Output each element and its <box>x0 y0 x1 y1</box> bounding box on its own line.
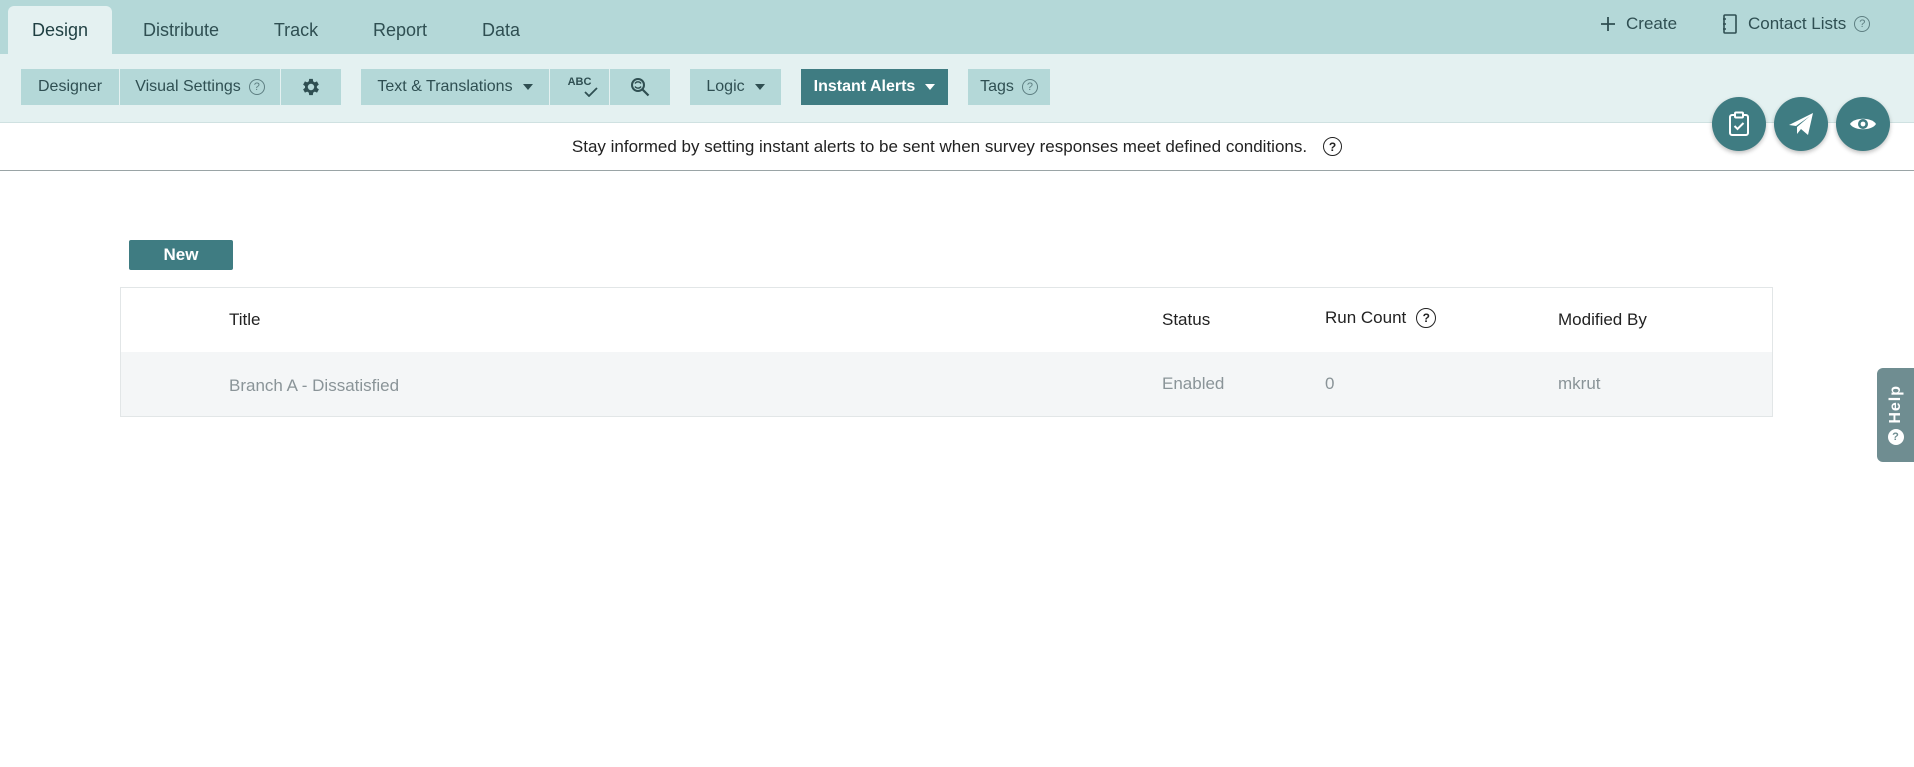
plus-icon <box>1601 17 1615 31</box>
visual-settings-help-icon[interactable]: ? <box>248 79 265 95</box>
chevron-down-icon <box>522 84 533 90</box>
tags-help-icon[interactable]: ? <box>1021 79 1038 95</box>
info-help-icon[interactable]: ? <box>1323 137 1343 156</box>
column-header-modified-by[interactable]: Modified By <box>1558 310 1647 330</box>
survey-checklist-button[interactable] <box>1712 97 1766 151</box>
help-tab-label: Help <box>1886 384 1904 424</box>
send-survey-button[interactable] <box>1774 97 1828 151</box>
info-text: Stay informed by setting instant alerts … <box>571 136 1308 156</box>
design-toolbar: Designer Visual Settings ? Text & Transl… <box>0 54 1914 123</box>
visual-settings-button[interactable]: Visual Settings ? <box>120 69 280 105</box>
table-row[interactable]: Branch A - Dissatisfied Enabled 0 mkrut <box>121 352 1772 416</box>
checkmark-icon <box>584 87 598 97</box>
visual-settings-label: Visual Settings <box>135 78 241 95</box>
tab-data[interactable]: Data <box>466 6 536 54</box>
contact-lists-help-icon[interactable]: ? <box>1854 16 1871 32</box>
top-tab-bar: Design Distribute Track Report Data Crea… <box>0 0 1914 54</box>
create-label: Create <box>1626 14 1678 33</box>
text-translations-dropdown[interactable]: Text & Translations <box>361 69 549 105</box>
text-translations-label: Text & Translations <box>377 78 513 95</box>
eye-icon <box>1850 118 1876 130</box>
alert-title-cell[interactable]: Branch A - Dissatisfied <box>229 376 399 396</box>
help-side-tab[interactable]: Help ? <box>1877 368 1914 462</box>
logic-label: Logic <box>706 78 745 95</box>
instant-alerts-info: Stay informed by setting instant alerts … <box>0 123 1914 171</box>
tab-track[interactable]: Track <box>258 6 334 54</box>
run-count-help-icon[interactable]: ? <box>1416 308 1437 328</box>
help-question-icon: ? <box>1887 429 1904 446</box>
tab-report[interactable]: Report <box>356 6 444 54</box>
alert-status-cell: Enabled <box>1162 374 1225 393</box>
instant-alerts-label: Instant Alerts <box>813 78 916 95</box>
clipboard-check-icon <box>1729 111 1749 136</box>
address-book-icon <box>1723 14 1737 34</box>
table-header: Title Status Run Count ? Modified By <box>121 288 1772 353</box>
paper-plane-icon <box>1789 113 1813 135</box>
column-header-title[interactable]: Title <box>229 310 261 330</box>
find-replace-button[interactable] <box>610 69 670 105</box>
new-alert-button[interactable]: New <box>129 240 233 270</box>
logic-dropdown[interactable]: Logic <box>690 69 781 105</box>
run-count-label: Run Count <box>1325 308 1407 327</box>
create-button[interactable]: Create <box>1600 12 1677 36</box>
designer-button[interactable]: Designer <box>21 69 119 105</box>
chevron-down-icon <box>925 84 936 90</box>
spellcheck-button[interactable]: ABC <box>550 69 609 105</box>
gear-icon <box>303 78 319 96</box>
alert-modified-by-cell: mkrut <box>1558 374 1601 393</box>
column-header-run-count[interactable]: Run Count ? <box>1325 308 1437 328</box>
preview-button[interactable] <box>1836 97 1890 151</box>
tab-distribute[interactable]: Distribute <box>124 6 238 54</box>
alert-run-count-cell: 0 <box>1325 374 1335 393</box>
tags-label: Tags <box>980 78 1014 95</box>
settings-button[interactable] <box>281 69 341 105</box>
column-header-status[interactable]: Status <box>1162 310 1210 330</box>
chevron-down-icon <box>754 84 765 90</box>
tags-button[interactable]: Tags ? <box>968 69 1050 105</box>
find-replace-icon <box>631 78 650 97</box>
contact-lists-button[interactable]: Contact Lists ? <box>1722 12 1871 36</box>
instant-alerts-dropdown[interactable]: Instant Alerts <box>801 69 948 105</box>
tab-design[interactable]: Design <box>8 6 112 54</box>
contact-lists-label: Contact Lists <box>1748 14 1847 33</box>
instant-alerts-table: Title Status Run Count ? Modified By Bra… <box>120 287 1773 417</box>
